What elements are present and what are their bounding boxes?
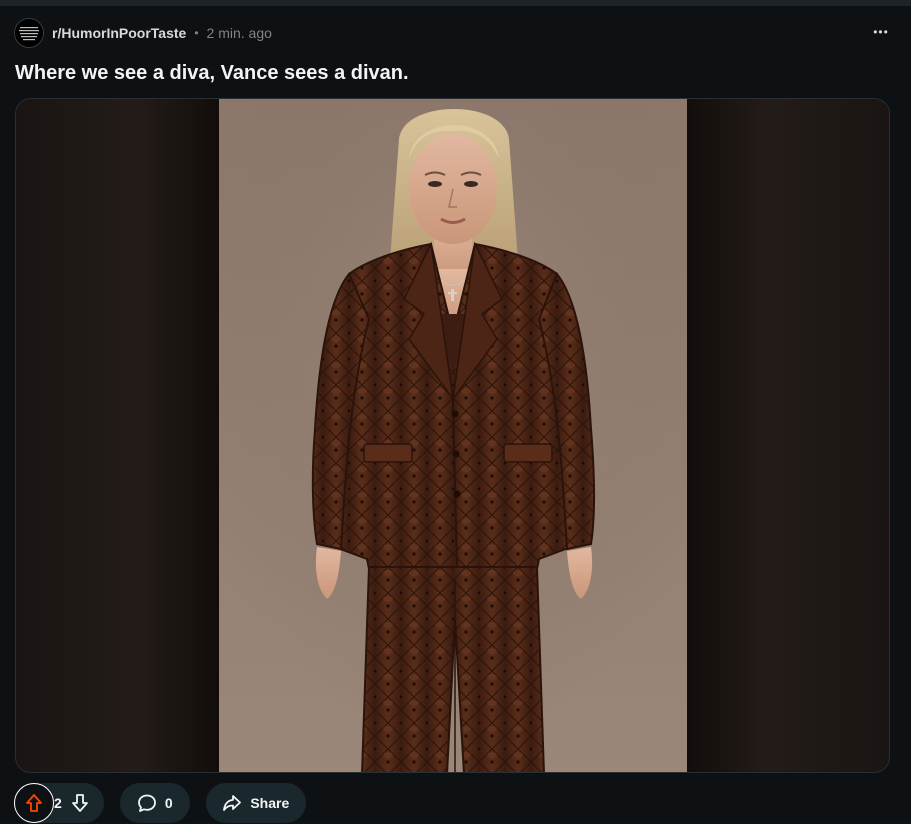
post-actions: 2 0 Share [14,782,306,824]
upvote-button[interactable] [14,783,54,823]
subreddit-name[interactable]: r/HumorInPoorTaste [52,25,186,41]
share-label: Share [250,795,290,811]
share-button[interactable]: Share [205,783,306,823]
overflow-menu-button[interactable]: ••• [869,20,893,44]
vote-count: 2 [54,795,62,811]
more-options-icon: ••• [873,25,889,39]
upvote-arrow-icon [26,794,42,812]
comment-count: 0 [164,795,173,811]
media-blur-left [16,99,219,772]
downvote-arrow-icon [71,794,88,812]
post-media[interactable] [15,98,890,773]
post-image [219,99,687,772]
post-header: r/HumorInPoorTaste • 2 min. ago [14,16,272,50]
media-blur-right [685,99,889,772]
post-timestamp: 2 min. ago [206,25,272,41]
post-title[interactable]: Where we see a diva, Vance sees a divan. [15,62,409,85]
share-arrow-icon [223,795,242,811]
downvote-button[interactable] [66,789,94,817]
meta-separator: • [194,26,199,40]
comments-button[interactable]: 0 [119,783,190,823]
vote-control: 2 [14,783,104,823]
comment-bubble-icon [137,794,156,812]
subreddit-avatar[interactable] [14,18,44,48]
post-card: r/HumorInPoorTaste • 2 min. ago ••• Wher… [0,0,911,824]
